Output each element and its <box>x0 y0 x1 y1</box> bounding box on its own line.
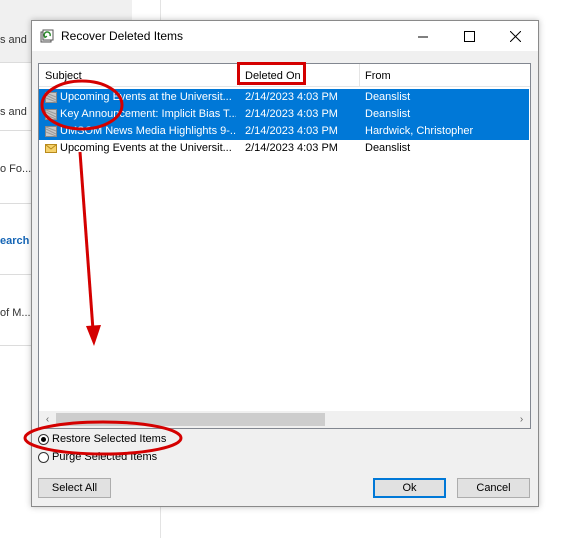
scroll-right-icon[interactable]: › <box>513 411 530 428</box>
background-search-link[interactable]: earch <box>0 235 29 247</box>
restore-label: Restore Selected Items <box>52 433 167 445</box>
maximize-icon <box>463 30 475 42</box>
list-row[interactable]: Key Announcement: Implicit Bias T... 2/1… <box>39 106 529 123</box>
scrollbar-thumb[interactable] <box>56 413 325 426</box>
background-text: s and <box>0 106 27 118</box>
ok-button[interactable]: Ok <box>373 478 446 498</box>
list-row[interactable]: Upcoming Events at the Universit... 2/14… <box>39 89 529 106</box>
column-separator[interactable] <box>359 64 360 86</box>
recover-items-icon <box>40 29 54 43</box>
close-icon <box>509 30 521 42</box>
subject-cell: Key Announcement: Implicit Bias T... <box>60 108 236 120</box>
column-header-subject[interactable]: Subject <box>45 70 82 82</box>
envelope-icon <box>45 144 57 153</box>
title-bar: Recover Deleted Items <box>32 21 538 51</box>
deleted-on-cell: 2/14/2023 4:03 PM <box>245 91 338 103</box>
restore-radio[interactable] <box>38 433 49 445</box>
select-all-button[interactable]: Select All <box>38 478 111 498</box>
purge-option[interactable]: Purge Selected Items <box>38 449 157 465</box>
subject-cell: Upcoming Events at the Universit... <box>60 142 232 154</box>
purge-radio[interactable] <box>38 451 49 463</box>
recover-deleted-items-dialog: Recover Deleted Items Subject Deleted On… <box>31 20 539 507</box>
minimize-icon <box>417 36 428 37</box>
list-header: Subject Deleted On From <box>39 64 530 87</box>
column-separator[interactable] <box>239 64 240 86</box>
from-cell: Deanslist <box>365 142 411 154</box>
column-header-from[interactable]: From <box>365 70 391 82</box>
deleted-on-cell: 2/14/2023 4:03 PM <box>245 125 338 137</box>
purge-label: Purge Selected Items <box>52 451 158 463</box>
background-text: of M... <box>0 307 31 319</box>
minimize-button[interactable] <box>400 21 446 51</box>
from-cell: Deanslist <box>365 91 411 103</box>
list-row[interactable]: UMSOM News Media Highlights 9-... 2/14/2… <box>39 123 529 140</box>
background-text: o Fo... <box>0 163 32 175</box>
deleted-items-list[interactable]: Subject Deleted On From Upcoming Events … <box>38 63 531 429</box>
subject-cell: Upcoming Events at the Universit... <box>60 91 232 103</box>
cancel-button[interactable]: Cancel <box>457 478 530 498</box>
dialog-title: Recover Deleted Items <box>61 29 184 43</box>
deleted-item-icon <box>45 109 57 120</box>
horizontal-scrollbar[interactable]: ‹ › <box>39 411 530 428</box>
subject-cell: UMSOM News Media Highlights 9-... <box>60 125 236 137</box>
deleted-item-icon <box>45 92 57 103</box>
deleted-on-cell: 2/14/2023 4:03 PM <box>245 142 338 154</box>
close-button[interactable] <box>492 21 538 51</box>
deleted-item-icon <box>45 126 57 137</box>
maximize-button[interactable] <box>446 21 492 51</box>
deleted-on-cell: 2/14/2023 4:03 PM <box>245 108 338 120</box>
scroll-left-icon[interactable]: ‹ <box>39 411 56 428</box>
restore-option[interactable]: Restore Selected Items <box>38 431 166 447</box>
list-row[interactable]: Upcoming Events at the Universit... 2/14… <box>39 140 529 157</box>
background-text: s and <box>0 34 27 46</box>
from-cell: Hardwick, Christopher <box>365 125 474 137</box>
from-cell: Deanslist <box>365 108 411 120</box>
column-header-deleted-on[interactable]: Deleted On <box>245 70 301 82</box>
